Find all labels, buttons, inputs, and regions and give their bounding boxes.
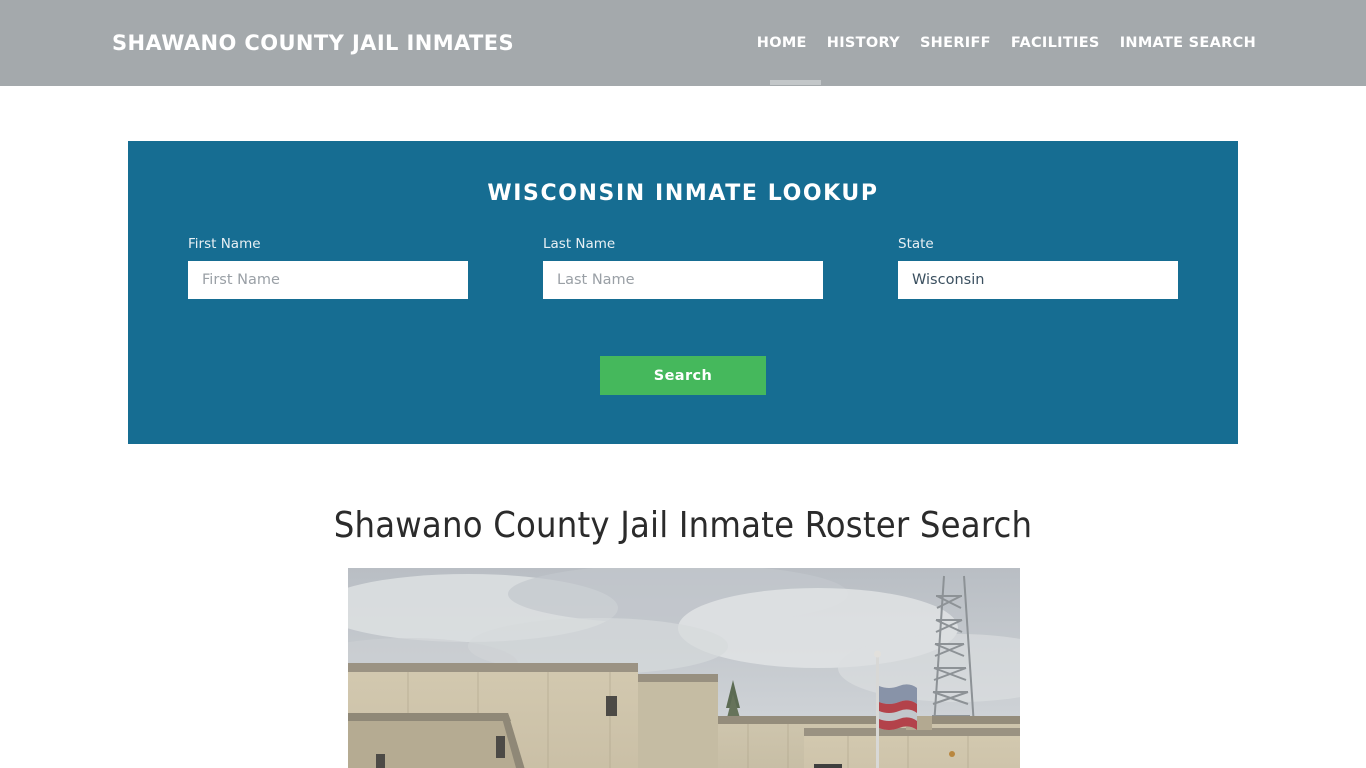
site-brand-logo[interactable]: SHAWANO COUNTY JAIL INMATES (112, 30, 514, 56)
sheriff-department-photo: SHAWANO COUNTY SHERIFF'S DEPARTMENT (348, 568, 1020, 768)
nav-item-home[interactable]: HOME (757, 32, 817, 54)
last-name-input[interactable] (543, 261, 823, 299)
nav-item-sheriff[interactable]: SHERIFF (910, 32, 1001, 54)
state-field-group: State (898, 236, 1178, 299)
main-navigation: HOME HISTORY SHERIFF FACILITIES INMATE S… (757, 32, 1256, 54)
nav-item-history[interactable]: HISTORY (817, 32, 910, 54)
page-title: Shawano County Jail Inmate Roster Search (333, 505, 1033, 546)
state-label: State (898, 236, 934, 252)
search-button[interactable]: Search (600, 356, 766, 395)
first-name-field-group: First Name (188, 236, 468, 299)
lookup-panel-title: WISCONSIN INMATE LOOKUP (487, 181, 879, 206)
last-name-label: Last Name (543, 236, 616, 252)
inmate-lookup-panel: WISCONSIN INMATE LOOKUP First Name Last … (128, 141, 1238, 444)
last-name-field-group: Last Name (543, 236, 823, 299)
first-name-input[interactable] (188, 261, 468, 299)
building-illustration: SHAWANO COUNTY SHERIFF'S DEPARTMENT (348, 568, 1020, 768)
nav-item-facilities[interactable]: FACILITIES (1001, 32, 1110, 54)
site-header: SHAWANO COUNTY JAIL INMATES HOME HISTORY… (0, 0, 1366, 86)
first-name-label: First Name (188, 236, 261, 252)
nav-active-indicator (770, 80, 821, 85)
nav-item-inmate-search[interactable]: INMATE SEARCH (1110, 32, 1256, 54)
state-input[interactable] (898, 261, 1178, 299)
